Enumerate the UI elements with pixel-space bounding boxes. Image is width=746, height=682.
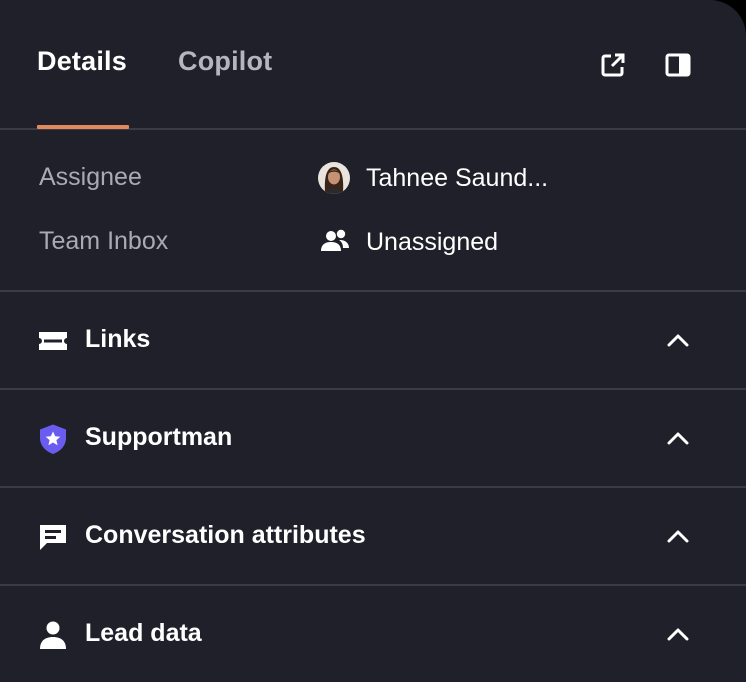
ticket-icon: [39, 332, 67, 350]
chevron-up-icon[interactable]: [665, 327, 691, 353]
assignee-label: Assignee: [39, 163, 142, 191]
panel-header: Details Copilot: [0, 0, 746, 130]
conversation-details: Assignee Tahnee Saund... Team Inbox Unas…: [0, 130, 746, 292]
team-inbox-value: Unassigned: [366, 227, 499, 256]
open-external-button[interactable]: [598, 50, 628, 80]
section-title: Links: [85, 325, 151, 353]
chevron-up-icon[interactable]: [665, 523, 691, 549]
section-conversation-attributes[interactable]: Conversation attributes: [0, 488, 746, 586]
external-link-icon: [601, 53, 625, 77]
team-inbox-selector[interactable]: Unassigned: [318, 222, 498, 262]
team-inbox-label: Team Inbox: [39, 227, 169, 255]
chat-icon: [40, 525, 66, 550]
section-title: Lead data: [85, 619, 202, 647]
toggle-sidebar-button[interactable]: [663, 50, 693, 80]
details-panel: Details Copilot Assignee Tahnee Saund...…: [0, 0, 746, 682]
team-inbox-row: Team Inbox Unassigned: [0, 222, 746, 262]
shield-star-icon: [40, 424, 66, 454]
section-title: Conversation attributes: [85, 521, 366, 549]
avatar: [318, 162, 350, 194]
sidebar-toggle-icon: [665, 53, 691, 77]
tab-copilot[interactable]: Copilot: [178, 46, 272, 77]
section-supportman[interactable]: Supportman: [0, 390, 746, 488]
chevron-up-icon[interactable]: [665, 425, 691, 451]
chevron-up-icon[interactable]: [665, 621, 691, 647]
assignee-selector[interactable]: Tahnee Saund...: [318, 158, 548, 198]
tab-details[interactable]: Details: [37, 46, 127, 77]
team-icon: [321, 229, 349, 251]
section-links[interactable]: Links: [0, 292, 746, 390]
section-lead-data[interactable]: Lead data: [0, 586, 746, 682]
person-icon: [40, 621, 66, 649]
section-title: Supportman: [85, 423, 233, 451]
active-tab-indicator: [37, 125, 129, 129]
assignee-name: Tahnee Saund...: [366, 163, 549, 192]
assignee-row: Assignee Tahnee Saund...: [0, 158, 746, 198]
